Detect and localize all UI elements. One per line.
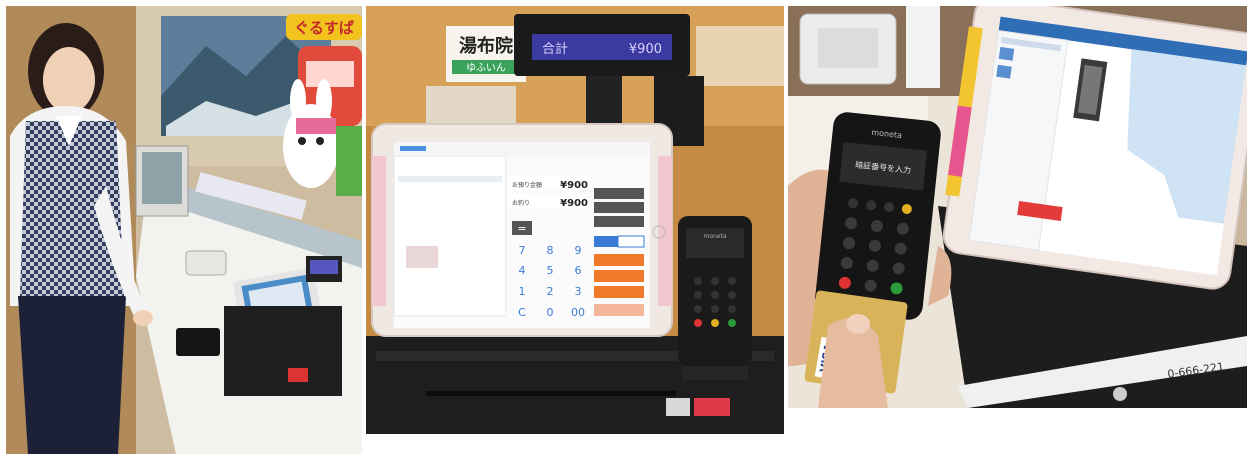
tablet-key-4[interactable]: 4	[519, 264, 526, 277]
tablet-row-label-change: お釣り	[512, 199, 530, 207]
tablet-equals-key[interactable]: =	[512, 221, 532, 235]
guruspa-sign-text: ぐるすぱ	[294, 19, 354, 37]
customer-display-amount: ¥900	[629, 42, 662, 57]
tablet-key-3[interactable]: 3	[575, 285, 582, 298]
tablet-key-6[interactable]: 6	[575, 264, 582, 277]
photo-center: 湯布院 ゆふいん 合計 ¥900 お預り金額 ¥900 お釣り ¥900 = 7…	[366, 6, 784, 434]
tablet-key-c[interactable]: C	[518, 306, 526, 319]
customer-display-label: 合計	[542, 41, 568, 57]
tablet-action-dark-2[interactable]	[594, 202, 644, 213]
yufuin-sign-text: 湯布院	[459, 35, 513, 57]
woman-skirt	[18, 296, 126, 454]
desk-phone	[185, 250, 227, 276]
tablet-action-orange-1[interactable]	[594, 254, 644, 266]
photo-left: ぐるすぱ	[6, 6, 362, 454]
tablet-key-8[interactable]: 8	[547, 244, 554, 257]
tablet-key-5[interactable]: 5	[547, 264, 554, 277]
card-reader	[815, 112, 941, 320]
tablet-row-value-change: ¥900	[560, 198, 588, 209]
tablet-key-7[interactable]: 7	[519, 244, 526, 257]
cash-drawer	[224, 306, 342, 396]
tablet-action-confirm[interactable]	[594, 304, 644, 316]
photo-right-scene: 0-666-221 moneta 暗証番号を入力	[788, 6, 1247, 408]
tablet-action-dark-3[interactable]	[594, 216, 644, 227]
tablet-equals-key-label: =	[517, 222, 526, 235]
photo-right: 0-666-221 moneta 暗証番号を入力	[788, 6, 1247, 408]
photo-left-scene: ぐるすぱ	[6, 6, 362, 454]
tablet-action-orange-2[interactable]	[594, 270, 644, 282]
tablet-key-2[interactable]: 2	[547, 285, 554, 298]
tablet-row-value-received: ¥900	[560, 180, 588, 191]
tablet-action-orange-3[interactable]	[594, 286, 644, 298]
tablet-action-dark-1[interactable]	[594, 188, 644, 199]
tablet-row-label-received: お預り金額	[512, 181, 542, 189]
tablet-key-9[interactable]: 9	[575, 244, 582, 257]
tablet-key-0[interactable]: 0	[547, 306, 554, 319]
yufuin-sign-subtext: ゆふいん	[466, 62, 506, 74]
photo-center-scene: 湯布院 ゆふいん 合計 ¥900 お預り金額 ¥900 お釣り ¥900 = 7…	[366, 6, 784, 434]
woman-face	[43, 47, 95, 113]
drawer-key-lock	[694, 398, 730, 416]
reader-brand-label: moneta	[703, 233, 726, 240]
rabbit-mascot	[283, 104, 339, 188]
tablet-key-1[interactable]: 1	[519, 285, 526, 298]
card-reader-small	[176, 328, 220, 356]
tablet-toggle-blue[interactable]	[594, 236, 618, 247]
tablet-key-00[interactable]: 00	[571, 306, 585, 319]
